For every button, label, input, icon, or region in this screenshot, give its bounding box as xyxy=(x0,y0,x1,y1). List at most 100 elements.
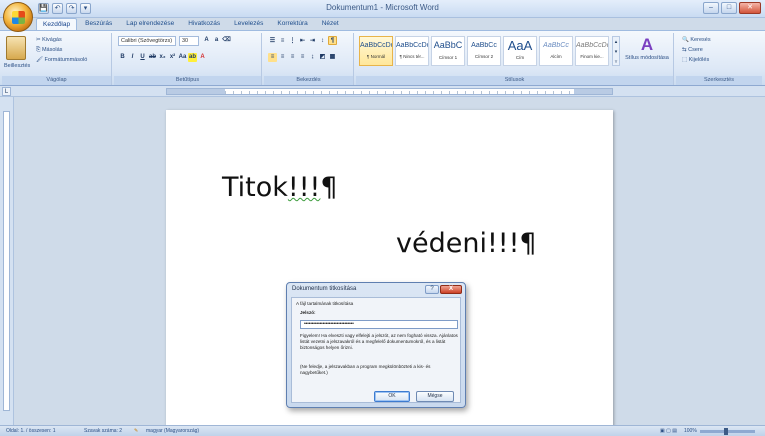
page-count[interactable]: Oldal: 1. / összesen: 1 xyxy=(6,428,55,434)
ribbon: Beillesztés ✂ Kivágás ⎘ Másolás 🖌 Formát… xyxy=(0,30,765,86)
style-name: ¶ Normál xyxy=(366,54,386,59)
style-title[interactable]: AaA Cím xyxy=(503,36,537,66)
ok-button[interactable]: OK xyxy=(374,391,410,402)
numbering-icon[interactable]: ≡ xyxy=(278,37,287,46)
style-subtitle[interactable]: AaBbCc Alcím xyxy=(539,36,573,66)
font-size-tools: Aa ⌫ xyxy=(202,36,232,45)
align-left-icon[interactable]: ≡ xyxy=(268,53,277,62)
left-margin xyxy=(167,89,225,94)
password-input[interactable]: •••••••••••••••••••••••••••••••• xyxy=(300,320,458,329)
tab-insert[interactable]: Beszúrás xyxy=(79,18,118,30)
close-button[interactable]: ✕ xyxy=(739,2,761,14)
horizontal-ruler-row: L xyxy=(0,86,765,97)
style-sample: AaBbC xyxy=(433,40,463,50)
shading-icon[interactable]: ◩ xyxy=(318,53,327,62)
multilevel-list-icon[interactable]: ⋮ xyxy=(288,37,297,46)
style-sample: AaBbCcDd xyxy=(396,42,428,49)
change-styles-label: Stílus módosítása xyxy=(625,55,669,61)
dialog-help-button[interactable]: ? xyxy=(425,285,439,294)
office-button[interactable] xyxy=(3,2,33,32)
align-center-icon[interactable]: ≡ xyxy=(278,53,287,62)
font-size-select[interactable]: 30 xyxy=(179,36,199,46)
styles-scroll[interactable]: ▴ ▾ ▿ xyxy=(612,36,620,66)
tab-references[interactable]: Hivatkozás xyxy=(182,18,226,30)
print-layout-icon[interactable]: ▣ xyxy=(660,428,665,434)
font-color-icon[interactable]: A xyxy=(198,53,207,62)
font-name-select[interactable]: Calibri (Szövegtörzs) xyxy=(118,36,176,46)
style-name: Címsor 1 xyxy=(438,55,458,60)
tab-mailings[interactable]: Levelezés xyxy=(228,18,269,30)
zoom-level[interactable]: 100% xyxy=(684,428,697,434)
minimize-button[interactable]: – xyxy=(703,2,719,14)
word-count[interactable]: Szavak száma: 2 xyxy=(84,428,122,434)
styles-group-label: Stílusok xyxy=(356,76,673,85)
replace-button[interactable]: ⇆ Csere xyxy=(682,47,703,53)
encrypt-document-dialog: Dokumentum titkosítása ? X A fájl tartal… xyxy=(286,282,466,408)
style-heading-1[interactable]: AaBbC Címsor 1 xyxy=(431,36,465,66)
language-indicator[interactable]: magyar (Magyarország) xyxy=(146,428,199,434)
style-no-spacing[interactable]: AaBbCcDd ¶ Nincs tér... xyxy=(395,36,429,66)
document-line-2[interactable]: védeni!!!¶ xyxy=(396,228,537,259)
italic-icon[interactable]: I xyxy=(128,53,137,62)
font-group-label: Betűtípus xyxy=(114,76,261,85)
borders-icon[interactable]: ▦ xyxy=(328,53,337,62)
tab-view[interactable]: Nézet xyxy=(316,18,345,30)
strikethrough-icon[interactable]: ab xyxy=(148,53,157,62)
underline-icon[interactable]: U xyxy=(138,53,147,62)
paste-icon[interactable] xyxy=(6,36,26,60)
grammar-squiggle[interactable]: !!! xyxy=(288,172,320,203)
justify-icon[interactable]: ≡ xyxy=(298,53,307,62)
change-case-icon[interactable]: Aa xyxy=(178,53,187,62)
show-marks-icon[interactable]: ¶ xyxy=(328,36,337,45)
align-right-icon[interactable]: ≡ xyxy=(288,53,297,62)
select-button[interactable]: ⬚ Kijelölés xyxy=(682,57,709,63)
ribbon-tabs: Kezdőlap Beszúrás Lap elrendezése Hivatk… xyxy=(36,18,345,30)
style-name: ¶ Nincs tér... xyxy=(399,54,425,59)
style-subtle-emphasis[interactable]: AaBbCcDd Finom kie... xyxy=(575,36,609,66)
cut-button[interactable]: ✂ Kivágás xyxy=(36,37,62,43)
increase-indent-icon[interactable]: ⇥ xyxy=(308,37,317,46)
zoom-thumb[interactable] xyxy=(724,428,728,435)
format-painter-button[interactable]: 🖌 Formátummásoló xyxy=(36,57,87,63)
right-margin xyxy=(574,89,612,94)
vertical-ruler[interactable] xyxy=(0,97,14,425)
cut-label: Kivágás xyxy=(42,37,62,43)
tab-home[interactable]: Kezdőlap xyxy=(36,18,78,30)
tab-selector-icon[interactable]: L xyxy=(2,87,11,96)
maximize-button[interactable]: □ xyxy=(721,2,737,14)
dialog-title-bar[interactable]: Dokumentum titkosítása ? X xyxy=(287,283,465,296)
document-line-1[interactable]: Titok!!!¶ xyxy=(222,172,338,203)
style-normal[interactable]: AaBbCcDd ¶ Normál xyxy=(359,36,393,66)
tab-review[interactable]: Korrektúra xyxy=(271,18,313,30)
grow-font-icon[interactable]: A xyxy=(202,36,211,45)
full-screen-icon[interactable]: ▢ xyxy=(666,428,671,434)
change-styles-button[interactable]: A Stílus módosítása xyxy=(624,35,670,61)
font-group: Calibri (Szövegtörzs) 30 Aa ⌫ B I Uab x₂ x² Aa… xyxy=(114,33,262,85)
paste-button[interactable]: Beillesztés xyxy=(4,63,30,69)
dialog-close-button[interactable]: X xyxy=(440,285,462,294)
status-bar: Oldal: 1. / összesen: 1 Szavak száma: 2 … xyxy=(0,425,765,436)
tab-page-layout[interactable]: Lap elrendezése xyxy=(120,18,180,30)
superscript-icon[interactable]: x² xyxy=(168,53,177,62)
horizontal-ruler[interactable] xyxy=(166,88,613,95)
subscript-icon[interactable]: x₂ xyxy=(158,53,167,62)
shrink-font-icon[interactable]: a xyxy=(212,36,221,45)
paragraph-group-label: Bekezdés xyxy=(264,76,353,85)
dialog-controls: ? X xyxy=(425,285,462,294)
copy-button[interactable]: ⎘ Másolás xyxy=(36,47,62,54)
sort-icon[interactable]: ↕ xyxy=(318,37,327,46)
style-heading-2[interactable]: AaBbCc Címsor 2 xyxy=(467,36,501,66)
web-layout-icon[interactable]: ▤ xyxy=(672,428,677,434)
highlight-icon[interactable]: ab xyxy=(188,53,197,62)
line-spacing-icon[interactable]: ↨ xyxy=(308,53,317,62)
clear-format-icon[interactable]: ⌫ xyxy=(222,36,231,45)
decrease-indent-icon[interactable]: ⇤ xyxy=(298,37,307,46)
proofing-icon[interactable]: ✎ xyxy=(134,428,138,434)
select-label: Kijelölés xyxy=(688,57,710,63)
zoom-slider[interactable] xyxy=(700,428,755,435)
find-button[interactable]: 🔍 Keresés xyxy=(682,37,711,43)
cancel-button[interactable]: Mégse xyxy=(416,391,454,402)
bold-icon[interactable]: B xyxy=(118,53,127,62)
style-sample: AaA xyxy=(507,38,533,53)
bullets-icon[interactable]: ☰ xyxy=(268,37,277,46)
